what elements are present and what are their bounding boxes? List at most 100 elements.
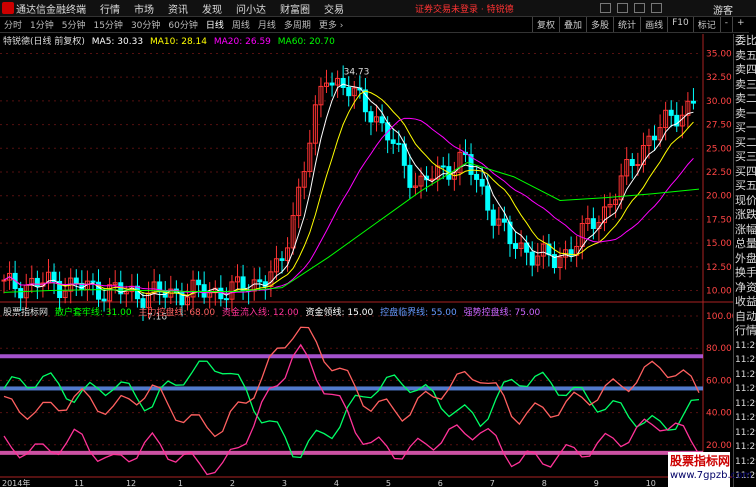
date-axis-label: 1 (178, 479, 183, 487)
price-tick-label: 25.00 (706, 144, 732, 154)
indicator-level-band (0, 386, 703, 391)
ma20-label: MA20: 26.59 (213, 37, 271, 47)
ma-line (3, 90, 694, 296)
date-axis-label: 5 (386, 479, 391, 487)
time-row: 11:29 (735, 442, 756, 452)
date-axis-label: 4 (334, 479, 339, 487)
watermark-logo: 股票指标网 www.7gpzb.com (668, 452, 752, 487)
quote-field-label: 买一 (735, 121, 756, 134)
time-row: 11:29 (735, 398, 756, 409)
date-axis-label: 9 (594, 479, 599, 487)
price-tick-label: 15.00 (706, 239, 732, 249)
indicator-tick-label: 40.00 (706, 409, 732, 419)
toolbar-button[interactable]: + (731, 17, 749, 32)
candle-body (513, 243, 519, 249)
quote-field-label: 净资 (735, 280, 756, 294)
time-row: 11:29 (735, 413, 756, 423)
candle-body (34, 277, 40, 287)
quote-field-label: 外盘 (735, 251, 756, 265)
indicator-level-band (0, 450, 703, 455)
price-tick-label: 32.50 (706, 73, 732, 83)
price-tick-label: 27.50 (706, 121, 732, 131)
quote-field-label: 买三 (735, 150, 756, 163)
indicator-line (3, 360, 700, 459)
indicator-item: 强势控盘线: 75.00 (463, 308, 541, 318)
chart-canvas[interactable]: 35.00 32.50 30.00 27.50 25.00 22.50 20.00 17.50… (0, 0, 733, 487)
candle-body (340, 77, 346, 88)
quote-field-label: 卖四 (735, 63, 756, 76)
candle-body (379, 116, 385, 124)
price-tick-label: 30.00 (706, 97, 732, 107)
time-row: 11:29 (735, 384, 756, 394)
time-row: 11:29 (735, 427, 756, 438)
quote-field-label: 涨幅 (735, 222, 756, 236)
candle-body (690, 100, 696, 104)
ma5-label: MA5: 30.33 (91, 37, 144, 47)
quote-field-label: 行情 (735, 324, 756, 337)
candle-body (73, 277, 79, 284)
indicator-item: 资金领线: 15.00 (305, 308, 374, 318)
candle-body (240, 276, 246, 291)
candle-body (590, 218, 596, 229)
indicator-item: 控盘临界线: 55.00 (380, 308, 457, 318)
candle-body (529, 251, 535, 266)
quote-field-label: 涨跌 (735, 208, 756, 221)
candle-body (279, 258, 285, 261)
date-axis-label: 11 (74, 479, 84, 487)
indicator-tick-label: 80.00 (706, 344, 732, 354)
chart-title: 特锐德(日线 前复权) (3, 37, 85, 47)
date-axis-label: 12 (126, 479, 136, 487)
quote-field-label: 买四 (735, 164, 756, 178)
date-axis-label: 3 (282, 479, 287, 487)
candle-body (223, 298, 229, 301)
candle-body (368, 111, 374, 123)
candle-body (257, 279, 263, 283)
quote-field-label: 卖五 (735, 48, 756, 62)
candle-body (407, 164, 413, 188)
candle-body (668, 109, 674, 116)
price-tick-label: 35.00 (706, 49, 732, 59)
candle-body (196, 279, 202, 286)
time-row: 11:29 (735, 340, 756, 351)
quote-field-label: 自动 (735, 309, 756, 323)
quote-field-label: 买五 (735, 179, 756, 192)
indicator-legend: 股票指标网 散户套牢线: 31.00 主力控盘线: 68.00 资金流入线: 1… (3, 305, 544, 318)
candle-body (201, 284, 207, 298)
indicator-item: 散户套牢线: 31.00 (54, 308, 132, 318)
candle-body (635, 164, 641, 167)
indicator-line (3, 343, 700, 476)
indicator-title[interactable]: 股票指标网 (3, 308, 48, 318)
date-axis-label: 2014年 (2, 478, 30, 487)
date-axis-label: 6 (438, 479, 443, 487)
time-row: 11:29 (735, 369, 756, 380)
candle-body (396, 142, 402, 145)
price-tick-label: 22.50 (706, 168, 732, 178)
candle-body (101, 298, 107, 302)
quote-field-label: 总量 (735, 237, 756, 250)
quote-field-label: 现价 (735, 193, 756, 207)
candle-body (474, 173, 480, 180)
indicator-item: 资金流入线: 12.00 (221, 308, 299, 318)
date-axis-label: 7 (490, 479, 495, 487)
watermark-line1: 股票指标网 (670, 454, 731, 468)
ma10-label: MA10: 28.14 (149, 37, 207, 47)
time-row: 11:29 (735, 456, 756, 467)
candle-body (485, 185, 491, 211)
ma-legend: 特锐德(日线 前复权) MA5: 30.33 MA10: 28.14 MA20:… (3, 34, 339, 47)
price-tick-label: 20.00 (706, 192, 732, 202)
price-tick-label: 17.50 (706, 215, 732, 225)
candle-body (346, 86, 352, 97)
date-axis-label: 8 (542, 479, 547, 487)
candle-body (479, 178, 485, 187)
price-tick-label: 10.00 (706, 287, 732, 297)
quote-field-label: 委比 (735, 34, 756, 47)
quote-field-label: 卖一 (735, 106, 756, 120)
indicator-tick-label: 100.00 (706, 312, 733, 322)
candle-body (440, 165, 446, 168)
time-row: 11:29 (735, 355, 756, 365)
quote-field-label: 卖三 (735, 77, 756, 91)
high-price-label: 34.73 (344, 67, 370, 77)
indicator-item: 主力控盘线: 68.00 (138, 308, 216, 318)
date-axis-label: 10 (646, 479, 656, 487)
candle-body (490, 209, 496, 226)
